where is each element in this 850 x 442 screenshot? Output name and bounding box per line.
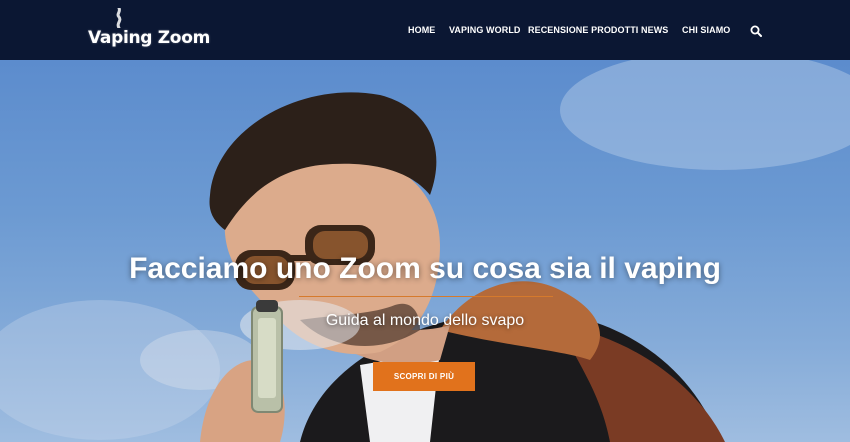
discover-more-button[interactable]: SCOPRI DI PIÙ: [373, 362, 475, 391]
hero-headline: Facciamo uno Zoom su cosa sia il vaping: [129, 252, 721, 285]
nav-item-news[interactable]: NEWS: [641, 25, 668, 35]
hero-subheadline: Guida al mondo dello svapo: [325, 312, 525, 329]
smoke-icon: [116, 8, 122, 28]
nav-item-vaping-world[interactable]: VAPING WORLD: [449, 25, 521, 35]
nav-item-home[interactable]: HOME: [408, 25, 435, 35]
nav-item-recensione-prodotti[interactable]: RECENSIONE PRODOTTI: [528, 25, 638, 35]
hero-divider: [299, 296, 553, 297]
site-header: Vaping Zoom HOME VAPING WORLD RECENSIONE…: [0, 0, 850, 60]
search-icon[interactable]: [750, 25, 762, 37]
hero-banner: Facciamo uno Zoom su cosa sia il vaping …: [0, 60, 850, 442]
site-logo[interactable]: Vaping Zoom: [88, 8, 210, 52]
logo-text: Vaping Zoom: [88, 28, 210, 48]
nav-item-chi-siamo[interactable]: CHI SIAMO: [682, 25, 730, 35]
